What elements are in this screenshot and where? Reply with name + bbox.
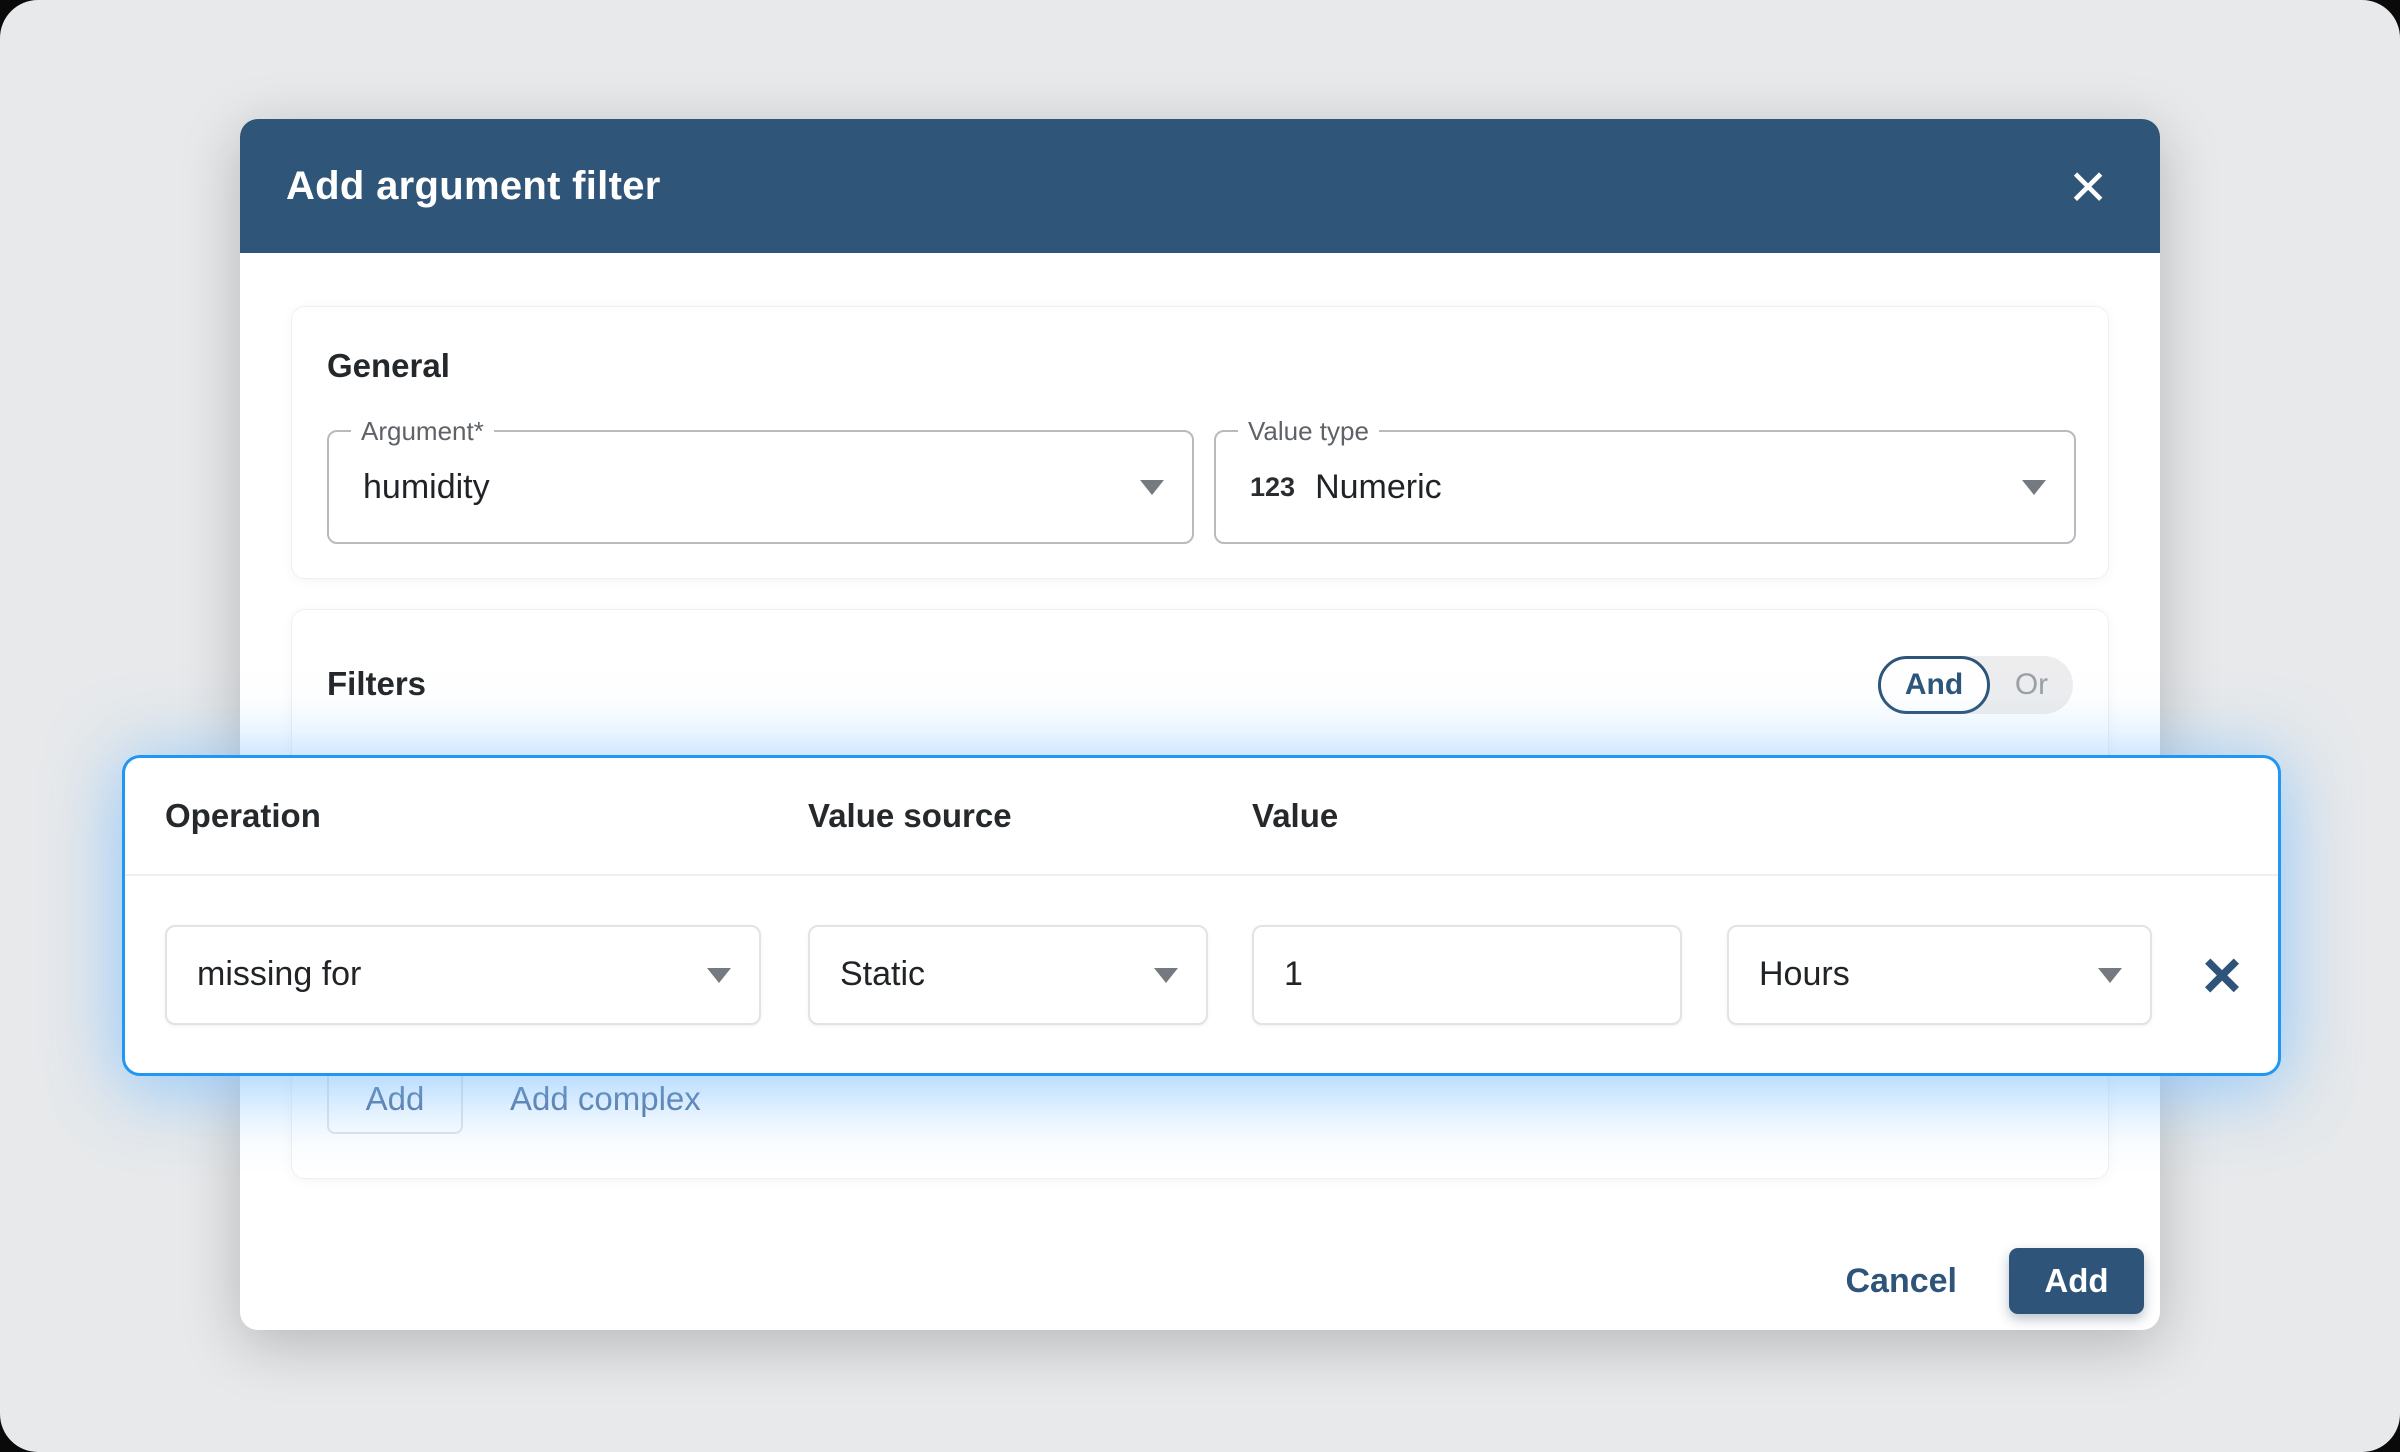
close-icon[interactable]: × bbox=[2056, 156, 2120, 216]
general-heading: General bbox=[327, 347, 450, 385]
dialog-title: Add argument filter bbox=[286, 164, 661, 209]
toggle-or-button[interactable]: Or bbox=[1990, 656, 2073, 714]
chevron-down-icon bbox=[707, 968, 731, 983]
value-type-select[interactable]: Value type 123 Numeric bbox=[1214, 430, 2076, 544]
dialog-header: Add argument filter × bbox=[240, 119, 2160, 253]
cancel-button[interactable]: Cancel bbox=[1838, 1262, 1966, 1301]
value-source-value: Static bbox=[840, 955, 925, 994]
chevron-down-icon bbox=[2098, 968, 2122, 983]
value-source-column-header: Value source bbox=[808, 758, 1012, 874]
dialog-actions: Cancel Add bbox=[1838, 1248, 2145, 1314]
argument-select[interactable]: Argument* humidity bbox=[327, 430, 1194, 544]
value-input[interactable] bbox=[1252, 925, 1682, 1025]
add-button[interactable]: Add bbox=[2009, 1248, 2144, 1314]
and-or-toggle: And Or bbox=[1878, 656, 2073, 714]
value-type-value: Numeric bbox=[1315, 468, 1442, 507]
numeric-123-icon: 123 bbox=[1250, 472, 1295, 503]
operation-select[interactable]: missing for bbox=[165, 925, 761, 1025]
value-unit-value: Hours bbox=[1759, 955, 1850, 994]
operation-column-header: Operation bbox=[165, 758, 321, 874]
filter-row-controls: missing for Static Hours × bbox=[125, 876, 2278, 1073]
add-argument-filter-dialog: Add argument filter × General Argument* … bbox=[240, 119, 2160, 1330]
chevron-down-icon bbox=[2022, 480, 2046, 495]
screenshot-frame: Add argument filter × General Argument* … bbox=[0, 0, 2400, 1452]
value-column-header: Value bbox=[1252, 758, 1338, 874]
argument-value: humidity bbox=[363, 468, 490, 507]
operation-value: missing for bbox=[197, 955, 361, 994]
toggle-and-button[interactable]: And bbox=[1878, 656, 1990, 714]
value-unit-select[interactable]: Hours bbox=[1727, 925, 2152, 1025]
filter-row-header: Operation Value source Value bbox=[125, 758, 2278, 874]
value-source-select[interactable]: Static bbox=[808, 925, 1208, 1025]
chevron-down-icon bbox=[1154, 968, 1178, 983]
filter-row-editor-popup: Operation Value source Value missing for… bbox=[122, 755, 2281, 1076]
chevron-down-icon bbox=[1140, 480, 1164, 495]
remove-filter-row-icon[interactable]: × bbox=[2191, 941, 2253, 1009]
app-background: Add argument filter × General Argument* … bbox=[0, 0, 2400, 1452]
filters-heading: Filters bbox=[327, 665, 426, 703]
general-section: General Argument* humidity Value type 12… bbox=[291, 306, 2109, 579]
